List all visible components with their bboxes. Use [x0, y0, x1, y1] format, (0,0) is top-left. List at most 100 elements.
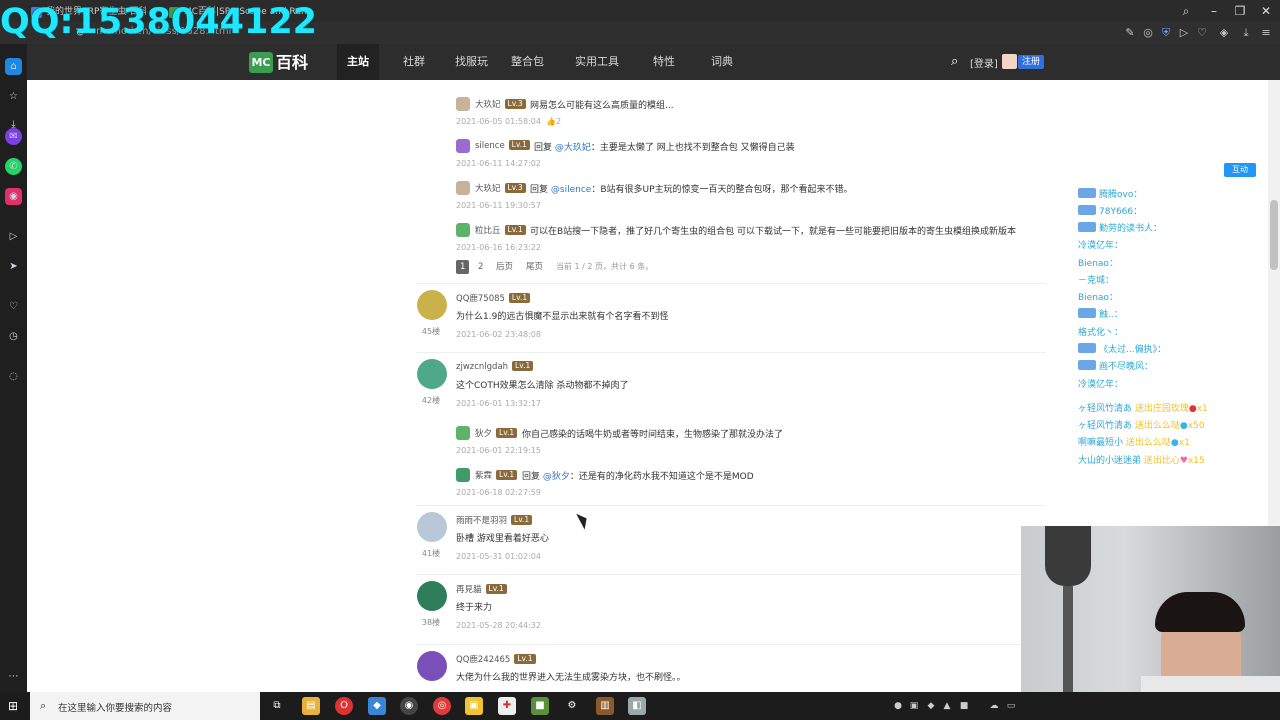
instagram-icon[interactable]: ◉ [5, 188, 22, 205]
shield-icon[interactable]: ⛨ [1158, 25, 1174, 41]
reply-author[interactable]: 粒比丘 Lv.1 [475, 224, 526, 236]
app-icon[interactable]: ◆ [368, 697, 386, 715]
app-icon[interactable]: ✚ [498, 697, 516, 715]
cube-icon[interactable]: ◈ [1216, 25, 1232, 41]
search-icon[interactable]: ⌕ [1172, 0, 1200, 22]
settings-icon[interactable]: ⚙ [563, 697, 581, 715]
app-icon[interactable]: ◧ [628, 697, 646, 715]
download-icon[interactable]: ⤓ [1238, 25, 1254, 41]
chat-message: 勤劳的读书人： [1078, 222, 1162, 236]
reply-author[interactable]: silence Lv.1 [475, 140, 530, 151]
network-icon[interactable]: ▭ [1005, 699, 1017, 713]
like-icon[interactable]: 👍 [546, 117, 556, 126]
last-page-button[interactable]: 尾页 [522, 260, 547, 274]
search-icon[interactable]: ⌕ [951, 55, 965, 69]
maximize-icon[interactable]: ❐ [1226, 0, 1254, 22]
comment-author[interactable]: QQ鹿242465 Lv.1 [456, 653, 536, 665]
login-link[interactable]: [登录] [970, 55, 998, 70]
close-icon[interactable]: ✕ [1252, 0, 1280, 22]
netease-music-icon[interactable]: ◎ [433, 697, 451, 715]
chat-message: 蝕..： [1078, 308, 1123, 322]
floor-number: 38楼 [421, 618, 441, 627]
more-icon[interactable]: ⋯ [5, 668, 22, 685]
taskbar: ⊞ ⌕ 在这里输入你要搜索的内容 ⧉ ▤ O ◆ ◉ ◎ ▣ ✚ ■ ⚙ ▥ ◧… [0, 692, 1280, 720]
menu-icon[interactable]: ≡ [1258, 25, 1274, 41]
gift-message: ヶ轻风竹清あ 送出庄园玫瑰●x1 [1078, 404, 1208, 414]
minecraft-icon[interactable]: ■ [531, 697, 549, 715]
fan-badge-icon [1078, 343, 1096, 353]
tray-icon[interactable]: ▲ [941, 699, 953, 713]
next-page-button[interactable]: 后页 [492, 260, 517, 274]
chest-icon[interactable]: ▥ [596, 697, 614, 715]
avatar[interactable] [456, 139, 470, 153]
whatsapp-icon[interactable]: ✆ [5, 158, 22, 175]
cloud-icon[interactable]: ☁ [988, 699, 1000, 713]
comment-text: 这个COTH效果怎么清除 杀动物都不掉肉了 [456, 381, 629, 391]
chat-message: －克城： [1078, 276, 1115, 286]
avatar[interactable] [456, 181, 470, 195]
live-chat-panel: 互动 腾腾ovo： 78Y666： 勤劳的读书人： 冷漠亿年： Bienao： … [1076, 157, 1264, 477]
heart-icon[interactable]: ♡ [1194, 25, 1210, 41]
reply-author[interactable]: 狄夕 Lv.1 [475, 427, 518, 439]
avatar[interactable] [417, 512, 447, 542]
avatar[interactable] [456, 97, 470, 111]
taskbar-search[interactable]: ⌕ 在这里输入你要搜索的内容 [30, 692, 260, 720]
chat-message: Bienao： [1078, 259, 1118, 269]
heart-icon[interactable]: ♡ [5, 298, 22, 315]
avatar[interactable] [417, 651, 447, 681]
avatar[interactable] [417, 581, 447, 611]
home-icon[interactable]: ⌂ [5, 58, 22, 75]
tray-icon[interactable]: ▣ [908, 699, 920, 713]
avatar[interactable] [456, 426, 470, 440]
bookmark-icon[interactable]: ☆ [5, 88, 22, 105]
opera-icon[interactable]: O [335, 697, 353, 715]
reply-author[interactable]: 大玖妃 Lv.3 [475, 98, 526, 110]
comment-author[interactable]: 雨雨不是羽羽 Lv.1 [456, 514, 533, 526]
minimize-icon[interactable]: – [1200, 0, 1228, 22]
play-circle-icon[interactable]: ▷ [5, 228, 22, 245]
history-icon[interactable]: ◷ [5, 328, 22, 345]
comment-text: 为什么1.9的远古惧魔不显示出来就有个名字看不到怪 [456, 312, 669, 322]
avatar[interactable] [456, 468, 470, 482]
mic-tray-icon[interactable]: ● [892, 699, 904, 713]
nav-community[interactable]: 社群 [393, 44, 435, 80]
page-2-button[interactable]: 2 [474, 260, 487, 274]
chat-message: 画不尽晚风： [1078, 360, 1153, 374]
messenger-icon[interactable]: ✉ [5, 128, 22, 145]
nav-find-server[interactable]: 找服玩 [445, 44, 498, 80]
nav-modpacks[interactable]: 整合包 [501, 44, 554, 80]
search-icon: ⌕ [40, 699, 47, 712]
camera-icon[interactable]: ◎ [1140, 25, 1156, 41]
edit-icon[interactable]: ✎ [1122, 25, 1138, 41]
nav-tools[interactable]: 实用工具 [565, 44, 629, 80]
comment-author[interactable]: QQ鹿75085 Lv.1 [456, 292, 531, 304]
avatar[interactable] [1002, 54, 1017, 69]
comment-time: 2021-05-31 01:02:04 [456, 552, 541, 561]
bulb-icon[interactable]: ◌ [5, 368, 22, 385]
tray-icon[interactable]: ■ [958, 699, 970, 713]
bilibili-icon[interactable]: ▣ [465, 697, 483, 715]
page-1-button[interactable]: 1 [456, 260, 470, 274]
tray-icon[interactable]: ◆ [925, 699, 937, 713]
nav-features[interactable]: 特性 [643, 44, 685, 80]
comment-author[interactable]: zjwzcnlgdah Lv.1 [456, 361, 534, 372]
scrollbar-thumb[interactable] [1270, 200, 1278, 270]
file-explorer-icon[interactable]: ▤ [302, 697, 320, 715]
nav-main[interactable]: 主站 [337, 44, 379, 80]
comment-author[interactable]: 再見貓 Lv.1 [456, 583, 507, 595]
streamer-hair [1155, 592, 1245, 632]
avatar[interactable] [417, 290, 447, 320]
interact-button[interactable]: 互动 [1224, 163, 1256, 177]
send-icon[interactable]: ➤ [5, 258, 22, 275]
task-view-icon[interactable]: ⧉ [268, 697, 286, 715]
avatar[interactable] [456, 223, 470, 237]
register-button[interactable]: 注册 [1018, 55, 1045, 69]
play-icon[interactable]: ▷ [1176, 25, 1192, 41]
reply-author[interactable]: 大玖妃 Lv.3 [475, 182, 526, 194]
browser-sidebar: ⌂ ☆ ⤓ ✉ ✆ ◉ ▷ ➤ ♡ ◷ ◌ ⋯ [0, 44, 27, 692]
windows-start-icon[interactable]: ⊞ [8, 699, 22, 713]
avatar[interactable] [417, 359, 447, 389]
nav-dictionary[interactable]: 词典 [701, 44, 743, 80]
obs-icon[interactable]: ◉ [400, 697, 418, 715]
reply-author[interactable]: 紫霖 Lv.1 [475, 469, 518, 481]
